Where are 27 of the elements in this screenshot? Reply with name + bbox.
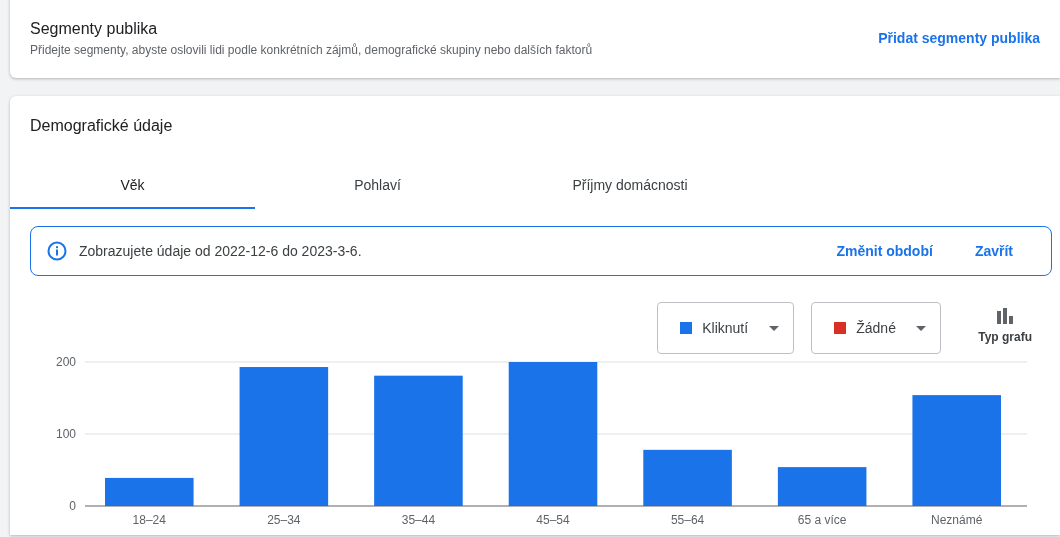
axis-label: Neznámé xyxy=(931,513,983,527)
tab[interactable]: Pohlaví xyxy=(255,163,500,209)
axis-label: 100 xyxy=(55,427,76,441)
axis-label: 25–34 xyxy=(267,513,301,527)
axis-label: 35–44 xyxy=(401,513,436,527)
axis-label: 0 xyxy=(69,499,76,513)
axis-label: 45–54 xyxy=(536,513,570,527)
banner-link[interactable]: Změnit období xyxy=(836,243,933,259)
axis-label: 200 xyxy=(55,355,76,369)
section-title: Demografické údaje xyxy=(29,116,174,136)
chart-type-button[interactable]: Typ grafu xyxy=(958,302,1032,354)
axis-label: 55–64 xyxy=(670,513,705,527)
caret-icon xyxy=(916,325,927,331)
info-icon xyxy=(47,241,67,261)
card-title: Segmenty publika xyxy=(30,19,159,38)
tab[interactable]: Věk xyxy=(10,163,255,209)
metric-dropdown[interactable]: Žádné xyxy=(811,302,942,354)
bar-chart-icon xyxy=(996,308,1015,324)
axis-label: 65 a více xyxy=(797,513,847,527)
card-description: Přidejte segmenty, abyste oslovili lidi podle konkrétních zájmů, demografické skupiny nebo dalších faktorů xyxy=(30,42,593,57)
caret-icon xyxy=(769,325,780,331)
tab[interactable]: Příjmy domácnosti xyxy=(500,163,760,209)
banner-link[interactable]: Zavřít xyxy=(974,243,1013,259)
info-text: Zobrazujete údaje od 2022-12-6 do 2023-3-6. xyxy=(79,243,363,259)
metric-dropdown[interactable]: Kliknutí xyxy=(657,302,795,354)
axis-label: 18–24 xyxy=(132,513,166,527)
add-segments-link[interactable]: Přidat segmenty publika xyxy=(878,30,1040,46)
